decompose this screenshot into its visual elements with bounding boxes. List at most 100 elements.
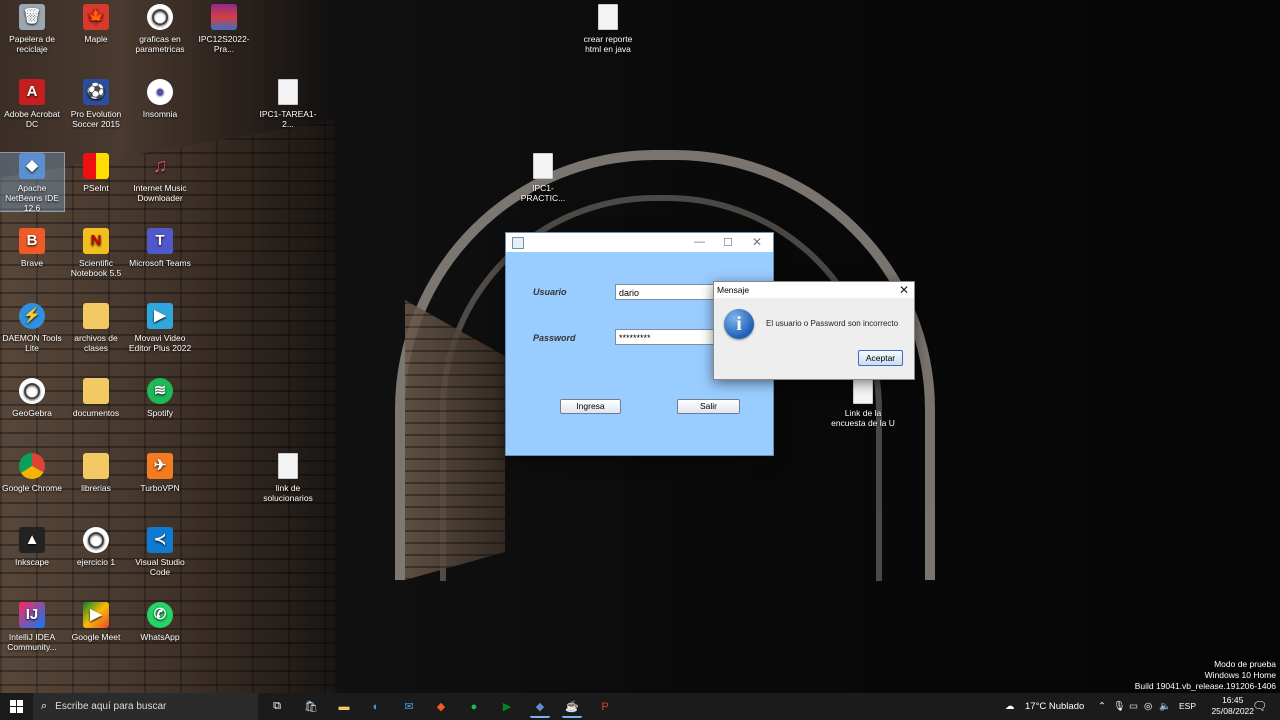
desktop-icon-label: archivos de clases — [74, 333, 118, 353]
desktop-icon-scientific-notebook[interactable]: N Scientific Notebook 5.5 — [64, 228, 128, 278]
close-icon[interactable]: ✕ — [899, 282, 909, 298]
desktop-icon-label: DAEMON Tools Lite — [2, 333, 62, 353]
weather-icon[interactable]: ☁ — [1005, 693, 1015, 720]
daemon-tools-icon: ⚡ — [19, 303, 45, 329]
desktop-icon-label: documentos — [72, 408, 120, 418]
chrome-icon — [19, 453, 45, 479]
desktop-icon-maple[interactable]: 🍁 Maple — [64, 4, 128, 44]
desktop-icon-label: Link de la encuesta de la U — [831, 408, 895, 428]
desktop-icon-insomnia[interactable]: ● Insomnia — [128, 79, 192, 119]
desktop-icon-graficas[interactable]: ◯ graficas en parametricas — [128, 4, 192, 54]
folder-icon — [83, 453, 109, 479]
desktop-icon-ipc1-practica[interactable]: IPC1-PRACTIC... — [511, 153, 575, 203]
desktop-icon-label: IPC12S2022-Pra... — [198, 34, 250, 54]
watermark-line: Modo de prueba — [1214, 659, 1276, 669]
edge-icon[interactable]: ◐ — [366, 697, 386, 716]
desktop-icon-label: Papelera de reciclaje — [9, 34, 55, 54]
desktop-icon-ipc1-tarea[interactable]: IPC1-TAREA1-2... — [256, 79, 320, 129]
vscode-icon: ≺ — [147, 527, 173, 553]
desktop-icon-archivos[interactable]: archivos de clases — [64, 303, 128, 353]
desktop-icon-meet[interactable]: ▶ Google Meet — [64, 602, 128, 642]
desktop-icon-daemon[interactable]: ⚡ DAEMON Tools Lite — [0, 303, 64, 353]
geogebra-icon: ◯ — [147, 4, 173, 30]
desktop-icon-label: IPC1-PRACTIC... — [520, 183, 566, 203]
network-icon[interactable]: ◎ — [1144, 693, 1152, 720]
spotify-taskbar-icon[interactable]: ● — [464, 697, 484, 716]
desktop-icon-pseint[interactable]: PSeInt — [64, 153, 128, 193]
watermark-line: Build 19041.vb_release.191206-1406 — [1134, 681, 1276, 691]
close-icon[interactable]: ✕ — [752, 235, 762, 249]
desktop-icon-pes[interactable]: ⚽ Pro Evolution Soccer 2015 — [64, 79, 128, 129]
desktop-icon-label: Internet Music Downloader — [133, 183, 187, 203]
windows-watermark: Modo de prueba Windows 10 Home Build 190… — [1135, 659, 1276, 692]
desktop-icon-label: Spotify — [147, 408, 173, 418]
volume-icon[interactable]: 🔈 — [1159, 693, 1171, 720]
acrobat-icon: A — [19, 79, 45, 105]
desktop-icon-intellij[interactable]: IJ IntelliJ IDEA Community... — [0, 602, 64, 652]
file-icon — [853, 378, 873, 404]
java-app-icon — [512, 237, 524, 249]
desktop-icon-acrobat[interactable]: A Adobe Acrobat DC — [0, 79, 64, 129]
start-button[interactable] — [0, 693, 33, 720]
powerpoint-icon[interactable]: P — [595, 697, 615, 716]
battery-icon[interactable]: ▭ — [1129, 693, 1138, 720]
aceptar-button[interactable]: Aceptar — [858, 350, 903, 366]
microphone-icon[interactable]: 🎙 — [1113, 693, 1125, 720]
teams-icon: T — [147, 228, 173, 254]
desktop-icon-whatsapp[interactable]: ✆ WhatsApp — [128, 602, 192, 642]
desktop-icon-spotify[interactable]: ≋ Spotify — [128, 378, 192, 418]
maximize-icon[interactable]: ☐ — [723, 236, 733, 249]
mail-icon[interactable]: ✉ — [399, 697, 419, 716]
window-titlebar: — ☐ ✕ — [506, 233, 773, 252]
notifications-icon[interactable]: 🗨 — [1252, 693, 1267, 720]
desktop-icon-music[interactable]: ♫ Internet Music Downloader — [128, 153, 192, 203]
desktop-icon-teams[interactable]: T Microsoft Teams — [128, 228, 192, 268]
music-icon: ♫ — [152, 155, 168, 177]
weather-text[interactable]: 17°C Nublado — [1025, 693, 1084, 720]
minimize-icon[interactable]: — — [694, 236, 705, 248]
desktop-icon-label: crear reporte html en java — [583, 34, 633, 54]
desktop-icon-vscode[interactable]: ≺ Visual Studio Code — [128, 527, 192, 577]
desktop-icon-label: PSeInt — [83, 183, 109, 193]
ingresa-button[interactable]: Ingresa — [560, 399, 621, 414]
desktop-icon-brave[interactable]: B Brave — [0, 228, 64, 268]
file-icon — [598, 4, 618, 30]
chevron-up-icon[interactable]: ⌃ — [1098, 693, 1106, 720]
windows-logo-icon — [10, 700, 23, 713]
desktop-icon-chrome[interactable]: Google Chrome — [0, 453, 64, 493]
language-indicator[interactable]: ESP — [1179, 693, 1196, 720]
desktop-icon-recycle-bin[interactable]: 🗑 Papelera de reciclaje — [0, 4, 64, 54]
desktop-icon-label: Inkscape — [14, 557, 50, 567]
meet-taskbar-icon[interactable]: ▶ — [497, 697, 517, 716]
desktop-icon-ejercicio1[interactable]: ◯ ejercicio 1 — [64, 527, 128, 567]
desktop-icon-librerias[interactable]: librerias — [64, 453, 128, 493]
desktop-icon-turbovpn[interactable]: ✈ TurboVPN — [128, 453, 192, 493]
desktop-icon-label: Adobe Acrobat DC — [4, 109, 60, 129]
desktop-icon-winrar[interactable]: IPC12S2022-Pra... — [192, 4, 256, 54]
store-icon[interactable]: 🛍 — [301, 697, 321, 716]
desktop-icon-inkscape[interactable]: ▲ Inkscape — [0, 527, 64, 567]
desktop-icon-solucionarios[interactable]: link de solucionarios — [256, 453, 320, 503]
desktop-icon-encuesta[interactable]: Link de la encuesta de la U — [831, 378, 895, 428]
usuario-label: Usuario — [533, 287, 567, 297]
desktop-icon-label: WhatsApp — [140, 632, 180, 642]
taskbar-search[interactable]: ⌕ Escribe aquí para buscar — [33, 693, 258, 720]
desktop-icon-movavi[interactable]: ▶ Movavi Video Editor Plus 2022 — [128, 303, 192, 353]
netbeans-taskbar-icon[interactable]: ◆ — [530, 697, 550, 718]
task-view-icon[interactable]: ⧉ — [267, 697, 287, 716]
desktop-icon-documentos[interactable]: documentos — [64, 378, 128, 418]
desktop-icon-label: Scientific Notebook 5.5 — [70, 258, 122, 278]
desktop-icon-netbeans[interactable]: ◆ Apache NetBeans IDE 12.6 — [0, 152, 65, 213]
geogebra-icon: ◯ — [19, 378, 45, 404]
clock-date: 25/08/2022 — [1211, 706, 1254, 716]
desktop-icon-label: IntelliJ IDEA Community... — [7, 632, 57, 652]
desktop-icon-geogebra[interactable]: ◯ GeoGebra — [0, 378, 64, 418]
salir-button[interactable]: Salir — [677, 399, 740, 414]
desktop-icon-crear-reporte[interactable]: crear reporte html en java — [576, 4, 640, 54]
file-icon — [533, 153, 553, 179]
clock[interactable]: 16:45 25/08/2022 — [1211, 695, 1254, 717]
file-explorer-icon[interactable]: ▬ — [334, 697, 354, 716]
brave-taskbar-icon[interactable]: ◆ — [431, 697, 451, 716]
java-app-taskbar-icon[interactable]: ☕ — [562, 697, 582, 718]
insomnia-icon: ● — [147, 79, 173, 105]
